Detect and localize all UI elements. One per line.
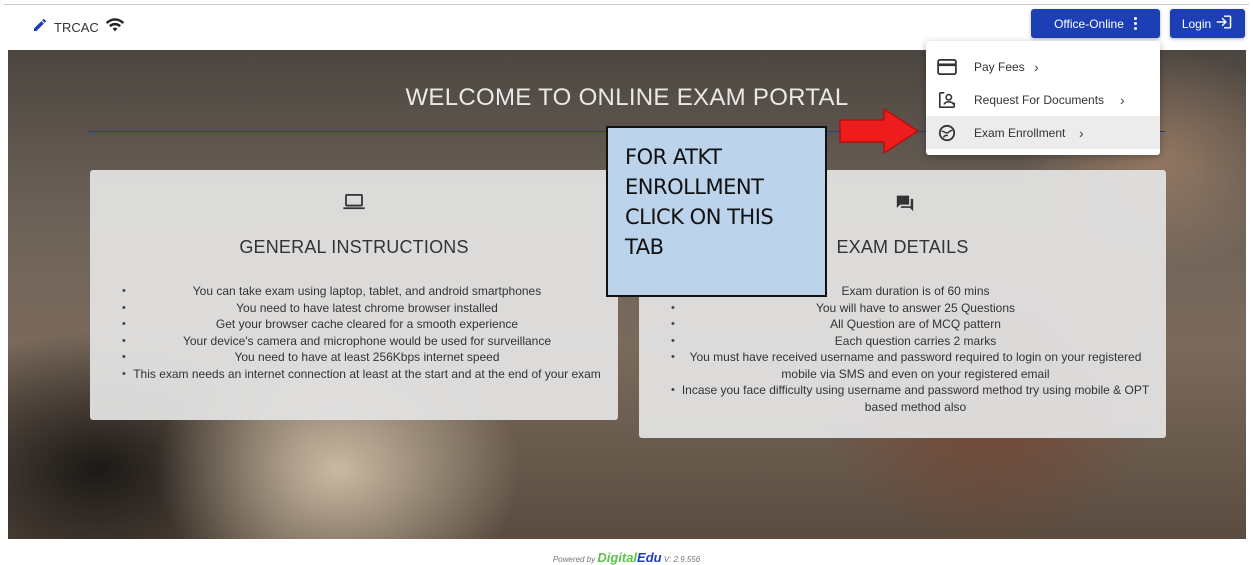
list-item: All Question are of MCQ pattern bbox=[653, 316, 1156, 333]
list-item: You need to have at least 256Kbps intern… bbox=[104, 349, 608, 366]
powered-by-label: Powered by bbox=[552, 555, 596, 564]
atkt-callout: FOR ATKT ENROLLMENT CLICK ON THIS TAB bbox=[606, 126, 827, 297]
credit-card-icon bbox=[937, 58, 957, 76]
chevron-right-icon: › bbox=[1120, 91, 1125, 108]
wifi-icon bbox=[105, 17, 125, 38]
list-item: You need to have latest chrome browser i… bbox=[104, 300, 608, 317]
login-label: Login bbox=[1181, 16, 1212, 31]
top-divider bbox=[4, 4, 1249, 5]
general-instructions-card: GENERAL INSTRUCTIONS You can take exam u… bbox=[90, 170, 618, 420]
laptop-icon bbox=[90, 194, 618, 210]
more-vert-icon bbox=[1133, 17, 1137, 30]
version-label: V: 2.9.556 bbox=[663, 555, 701, 564]
office-online-label: Office-Online bbox=[1054, 16, 1124, 31]
chevron-right-icon: › bbox=[1034, 58, 1039, 75]
exam-details-list: Exam duration is of 60 mins You will hav… bbox=[653, 283, 1156, 415]
brand-edu: Edu bbox=[637, 550, 662, 565]
menu-item-pay-fees[interactable]: Pay Fees › bbox=[926, 50, 1160, 83]
menu-item-label: Request For Documents bbox=[974, 92, 1105, 107]
red-arrow-icon bbox=[838, 107, 920, 160]
brand-name: TRCAC bbox=[54, 20, 99, 35]
brand-digital: Digital bbox=[597, 550, 638, 565]
list-item: You can take exam using laptop, tablet, … bbox=[104, 283, 608, 300]
office-online-button[interactable]: Office-Online bbox=[1031, 9, 1160, 38]
list-item: You must have received username and pass… bbox=[653, 349, 1156, 382]
login-button[interactable]: Login bbox=[1170, 9, 1245, 38]
general-instructions-list: You can take exam using laptop, tablet, … bbox=[104, 283, 608, 382]
list-item: Your device's camera and microphone woul… bbox=[104, 333, 608, 350]
chevron-right-icon: › bbox=[1079, 124, 1084, 141]
menu-item-exam-enrollment[interactable]: Exam Enrollment › bbox=[926, 116, 1160, 149]
callout-line: FOR ATKT bbox=[625, 145, 722, 169]
pencil-icon bbox=[32, 17, 48, 38]
menu-item-label: Pay Fees bbox=[974, 59, 1025, 74]
list-item: You will have to answer 25 Questions bbox=[653, 300, 1156, 317]
list-item: Each question carries 2 marks bbox=[653, 333, 1156, 350]
list-item: Incase you face difficulty using usernam… bbox=[653, 382, 1156, 415]
list-item: This exam needs an internet connection a… bbox=[104, 366, 608, 383]
login-icon bbox=[1215, 14, 1233, 33]
footer: Powered by DigitalEdu V: 2.9.556 bbox=[0, 550, 1253, 565]
brand[interactable]: TRCAC bbox=[32, 17, 125, 38]
callout-line: CLICK ON THIS bbox=[625, 205, 774, 229]
menu-item-request-documents[interactable]: Request For Documents › bbox=[926, 83, 1160, 116]
callout-line: TAB bbox=[625, 235, 664, 259]
menu-item-label: Exam Enrollment bbox=[974, 125, 1066, 140]
office-online-menu: Pay Fees › Request For Documents › Exam … bbox=[926, 41, 1160, 155]
globe-icon bbox=[937, 124, 957, 142]
document-search-icon bbox=[937, 91, 957, 109]
general-instructions-title: GENERAL INSTRUCTIONS bbox=[239, 237, 469, 257]
list-item: Get your browser cache cleared for a smo… bbox=[104, 316, 608, 333]
callout-line: ENROLLMENT bbox=[625, 175, 764, 199]
